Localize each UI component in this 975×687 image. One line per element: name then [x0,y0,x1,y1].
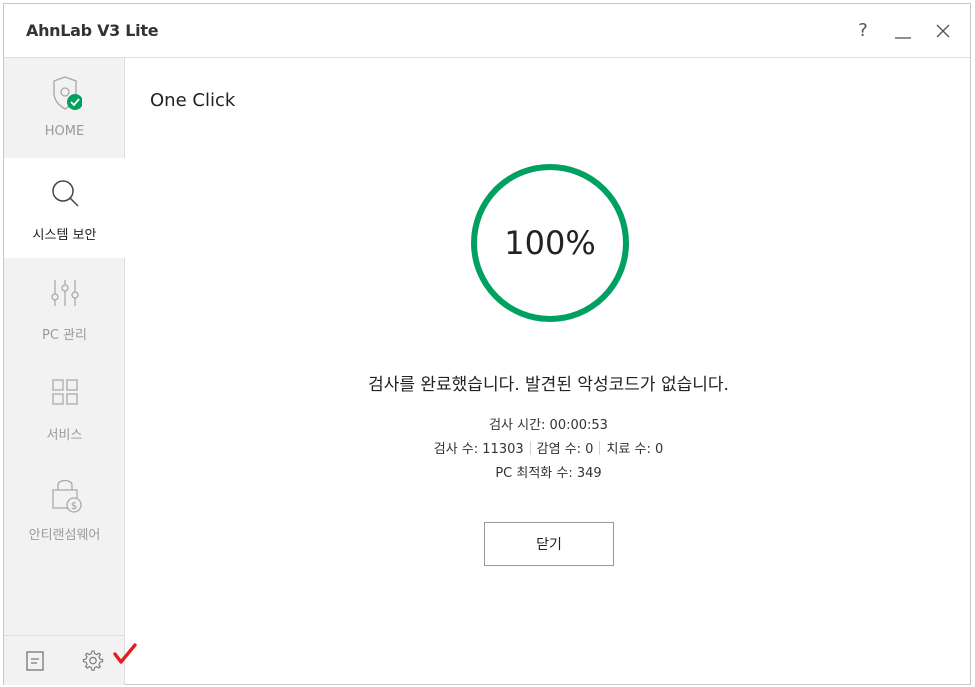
minimize-icon [895,37,911,39]
search-icon [52,180,79,207]
scan-result-message: 검사를 완료했습니다. 발견된 악성코드가 없습니다. [368,375,729,395]
close-button[interactable]: 닫기 [484,522,614,566]
treated-count: 치료 수: 0 [606,442,664,457]
sidebar-footer [4,635,125,685]
red-check-mark-icon [113,643,137,664]
sidebar-item-home[interactable]: HOME [4,58,125,158]
sidebar-item-system-security[interactable]: 시스템 보안 [4,158,125,258]
app-title: AhnLab V3 Lite [26,21,159,40]
divider [529,441,531,455]
grid-icon [52,379,78,405]
gear-icon[interactable] [82,650,104,672]
title-bar[interactable]: AhnLab V3 Lite ? [4,4,970,58]
sidebar-item-label: PC 관리 [42,328,87,343]
page-title: One Click [150,90,236,111]
help-button[interactable]: ? [850,18,876,44]
sidebar-item-label: 서비스 [46,428,83,443]
sidebar-item-anti-ransomware[interactable]: $ 안티랜섬웨어 [4,458,125,558]
pc-optimize-count: PC 최적화 수: 349 [495,466,602,481]
lock-dollar-icon: $ [52,479,82,513]
sliders-icon [51,280,79,306]
sidebar-item-services[interactable]: 서비스 [4,358,125,458]
svg-text:$: $ [71,501,77,512]
sidebar-item-pc-management[interactable]: PC 관리 [4,258,125,358]
app-window: AhnLab V3 Lite ? HOME 시스템 보안 PC 관리 서비스 $… [3,3,971,685]
scan-stats: 검사 시간: 00:00:53 검사 수: 11303 감염 수: 0 치료 수: … [126,414,971,486]
main-panel: One Click 100% 검사를 완료했습니다. 발견된 악성코드가 없습니… [126,58,971,685]
divider [599,441,601,455]
sidebar-item-label: 시스템 보안 [32,228,97,243]
optimize-row: PC 최적화 수: 349 [126,462,971,486]
sidebar-item-label: 안티랜섬웨어 [28,528,101,543]
close-window-button[interactable] [930,18,956,44]
minimize-button[interactable] [890,18,916,44]
sidebar-item-label: HOME [44,124,85,139]
scan-time: 검사 시간: 00:00:53 [489,418,608,433]
close-icon [936,24,950,38]
shield-check-icon [53,76,82,110]
scan-count-row: 검사 수: 11303 감염 수: 0 치료 수: 0 [126,438,971,462]
progress-percent: 100% [504,224,596,262]
document-icon[interactable] [24,650,46,672]
scan-time-row: 검사 시간: 00:00:53 [126,414,971,438]
infected-count: 감염 수: 0 [536,442,594,457]
sidebar: HOME 시스템 보안 PC 관리 서비스 $ 안티랜섬웨어 [4,58,125,685]
scan-count: 검사 수: 11303 [433,442,524,457]
